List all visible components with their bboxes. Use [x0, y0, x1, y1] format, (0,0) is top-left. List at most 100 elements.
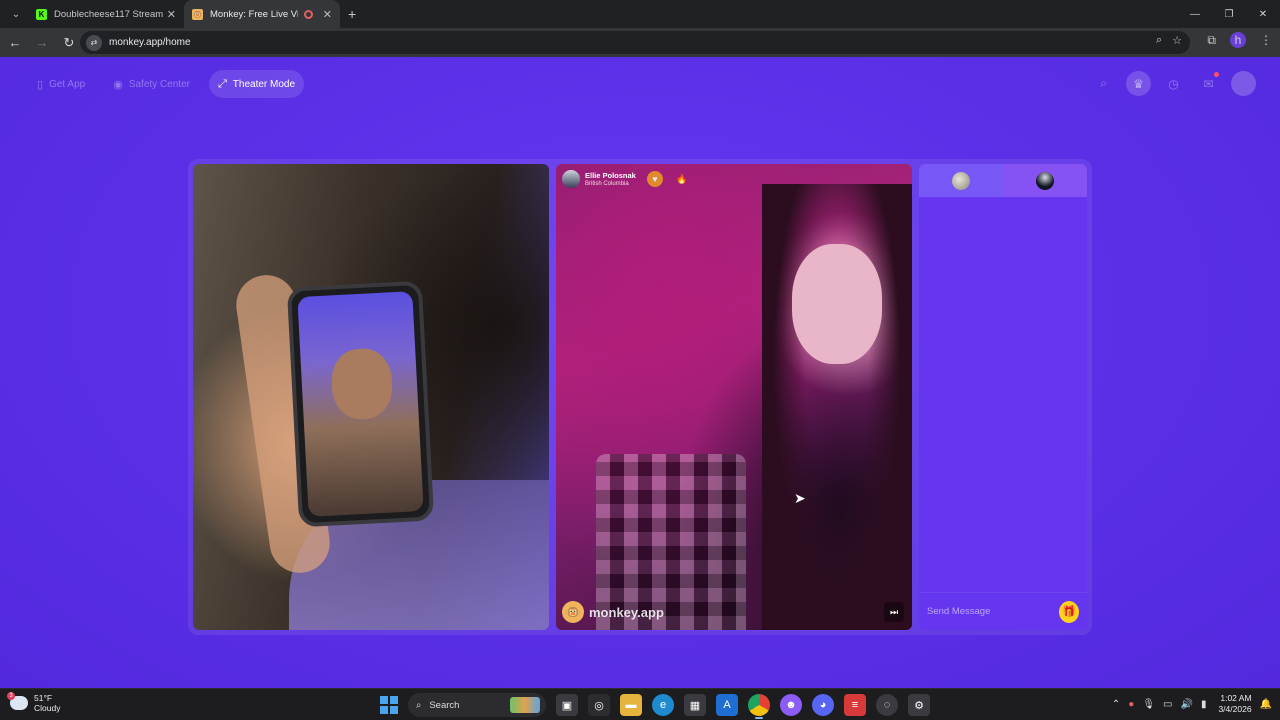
browser-tab-bar: ⌄ K Doublecheese117 Stream - Wa ✕ 🐵 Monk… [0, 0, 1280, 28]
get-app-button[interactable]: ▯ Get App [28, 70, 94, 98]
clock-date: 3/4/2026 [1218, 704, 1252, 714]
new-tab-button[interactable]: + [348, 6, 356, 22]
chat-input-row: 🎁 [919, 592, 1087, 630]
profile-avatar[interactable]: h [1230, 32, 1246, 48]
top-nav: ▯ Get App ◉ Safety Center ⤢ Theater Mode [28, 70, 305, 98]
kick-favicon-icon: K [36, 8, 47, 20]
user-avatar[interactable] [1231, 71, 1256, 96]
windows-taskbar: 3 51°F Cloudy ⌕ Search ▣ ◎ ▬ e ▦ A ☻ ◕ ≡… [0, 688, 1280, 720]
theater-mode-label: Theater Mode [232, 78, 296, 90]
chat-tab-user-1[interactable] [919, 164, 1003, 197]
crown-icon[interactable]: ♛ [1126, 71, 1151, 96]
back-icon[interactable]: ← [3, 31, 27, 55]
zoom-icon[interactable]: ⌕ [1156, 34, 1162, 47]
menu-kebab-icon[interactable]: ⋮ [1260, 33, 1272, 47]
reload-icon[interactable]: ↻ [57, 31, 81, 55]
theater-mode-button[interactable]: ⤢ Theater Mode [208, 70, 305, 98]
video-chat-stage: Ellie Polosnak British Columbia ♥ 🔥 🐵 mo… [188, 159, 1092, 635]
monkey-page: ▯ Get App ◉ Safety Center ⤢ Theater Mode… [0, 57, 1280, 688]
history-icon[interactable]: ◷ [1161, 71, 1186, 96]
red-app-icon[interactable]: ≡ [844, 694, 866, 716]
url-text[interactable]: monkey.app/home [109, 37, 191, 48]
tab-title: Doublecheese117 Stream - Wa [54, 8, 163, 20]
notification-dot [1214, 72, 1219, 77]
weather-temp: 51°F [34, 693, 53, 703]
chat-tab-user-2[interactable] [1003, 164, 1087, 197]
phone-screen-face [330, 347, 394, 421]
remote-user-header[interactable]: Ellie Polosnak British Columbia ♥ 🔥 [562, 170, 690, 188]
close-tab-icon[interactable]: ✕ [323, 8, 332, 21]
heart-icon[interactable]: ♥ [646, 171, 663, 187]
window-controls: — ❐ ✕ [1178, 0, 1280, 28]
browser-toolbar: ← → ↻ ⇄ monkey.app/home ⌕ ☆ ⧉ h ⋮ [0, 28, 1280, 57]
monkey-logo-icon: 🐵 [562, 601, 584, 623]
network-icon[interactable]: ▭ [1163, 699, 1172, 710]
phone-screen [297, 291, 424, 517]
browser-tab-monkey[interactable]: 🐵 Monkey: Free Live Video Ch ✕ [184, 0, 340, 28]
user-2-avatar [1036, 171, 1054, 190]
edge-icon[interactable]: e [652, 694, 674, 716]
clock[interactable]: 1:02 AM 3/4/2026 [1218, 693, 1251, 715]
settings-gear-icon[interactable]: ⚙ [908, 694, 930, 716]
tab-search-chevron-icon[interactable]: ⌄ [4, 4, 28, 24]
remote-video-face [792, 244, 882, 364]
weather-badge: 3 [7, 692, 15, 700]
taskbar-apps: ⌕ Search ▣ ◎ ▬ e ▦ A ☻ ◕ ≡ ◌ ⚙ [380, 693, 930, 719]
expand-icon: ⤢ [217, 77, 227, 90]
close-window-icon[interactable]: ✕ [1246, 0, 1280, 28]
store-icon[interactable]: ▦ [684, 694, 706, 716]
brand-text: monkey.app [589, 604, 664, 620]
forward-icon[interactable]: → [30, 31, 54, 55]
remote-user-avatar[interactable] [562, 170, 580, 188]
tab-title: Monkey: Free Live Video Ch [210, 8, 298, 20]
chrome-icon[interactable] [748, 694, 770, 719]
messages-icon[interactable]: ✉ [1196, 71, 1221, 96]
taskbar-search-label: Search [429, 699, 460, 711]
safety-center-button[interactable]: ◉ Safety Center [104, 70, 199, 98]
search-icon: ⌕ [416, 699, 422, 711]
skip-next-icon[interactable]: ⏭ [884, 602, 904, 622]
volume-icon[interactable]: 🔊 [1180, 699, 1192, 710]
shield-icon: ◉ [113, 78, 123, 91]
streaming-app-icon[interactable]: ☻ [780, 694, 802, 716]
battery-icon[interactable]: ▮ [1201, 699, 1207, 710]
taskbar-search[interactable]: ⌕ Search [408, 693, 546, 717]
chat-panel: 🎁 [919, 164, 1087, 630]
microphone-icon[interactable]: 🎙 [1142, 699, 1155, 710]
top-right-actions: ⌕ ♛ ◷ ✉ [1091, 71, 1256, 96]
remote-user-name: Ellie Polosnak [585, 170, 636, 180]
file-explorer-icon[interactable]: ▬ [620, 694, 642, 716]
minimize-icon[interactable]: — [1178, 0, 1212, 28]
windows-start-icon[interactable] [380, 696, 398, 714]
site-info-icon[interactable]: ⇄ [86, 34, 102, 51]
phone-icon: ▯ [37, 78, 44, 91]
browser-tab-kick[interactable]: K Doublecheese117 Stream - Wa ✕ [28, 0, 184, 28]
restore-icon[interactable]: ❐ [1212, 0, 1246, 28]
notification-bell-icon[interactable]: 🔔 [1260, 699, 1272, 710]
clock-time: 1:02 AM [1220, 693, 1252, 703]
remote-video-feed: Ellie Polosnak British Columbia ♥ 🔥 🐵 mo… [556, 164, 912, 630]
recording-indicator-icon [303, 9, 313, 19]
address-bar[interactable]: ⇄ monkey.app/home ⌕ ☆ [80, 31, 1190, 54]
tray-app-icon[interactable]: ● [1128, 699, 1134, 710]
close-tab-icon[interactable]: ✕ [167, 8, 176, 21]
azure-icon[interactable]: A [716, 694, 738, 716]
tray-overflow-icon[interactable]: ⌃ [1112, 699, 1120, 710]
send-message-input[interactable] [927, 606, 1059, 617]
monkey-favicon-icon: 🐵 [192, 8, 203, 20]
extensions-icon[interactable]: ⧉ [1207, 33, 1216, 48]
gift-icon[interactable]: 🎁 [1059, 600, 1079, 623]
self-video-feed [193, 164, 549, 630]
weather-widget[interactable]: 3 51°F Cloudy [7, 692, 61, 713]
search-icon[interactable]: ⌕ [1091, 71, 1116, 96]
chat-tabs [919, 164, 1087, 197]
weather-desc: Cloudy [34, 703, 61, 713]
bookmark-star-icon[interactable]: ☆ [1172, 34, 1182, 47]
safety-center-label: Safety Center [128, 78, 190, 90]
flame-icon[interactable]: 🔥 [674, 171, 690, 187]
discord-icon[interactable]: ◕ [812, 694, 834, 716]
system-tray: ⌃ ● 🎙 ▭ 🔊 ▮ 1:02 AM 3/4/2026 🔔 [1112, 693, 1272, 715]
media-app-icon[interactable]: ◌ [876, 694, 898, 716]
task-view-icon[interactable]: ▣ [556, 694, 578, 716]
obs-icon[interactable]: ◎ [588, 694, 610, 716]
